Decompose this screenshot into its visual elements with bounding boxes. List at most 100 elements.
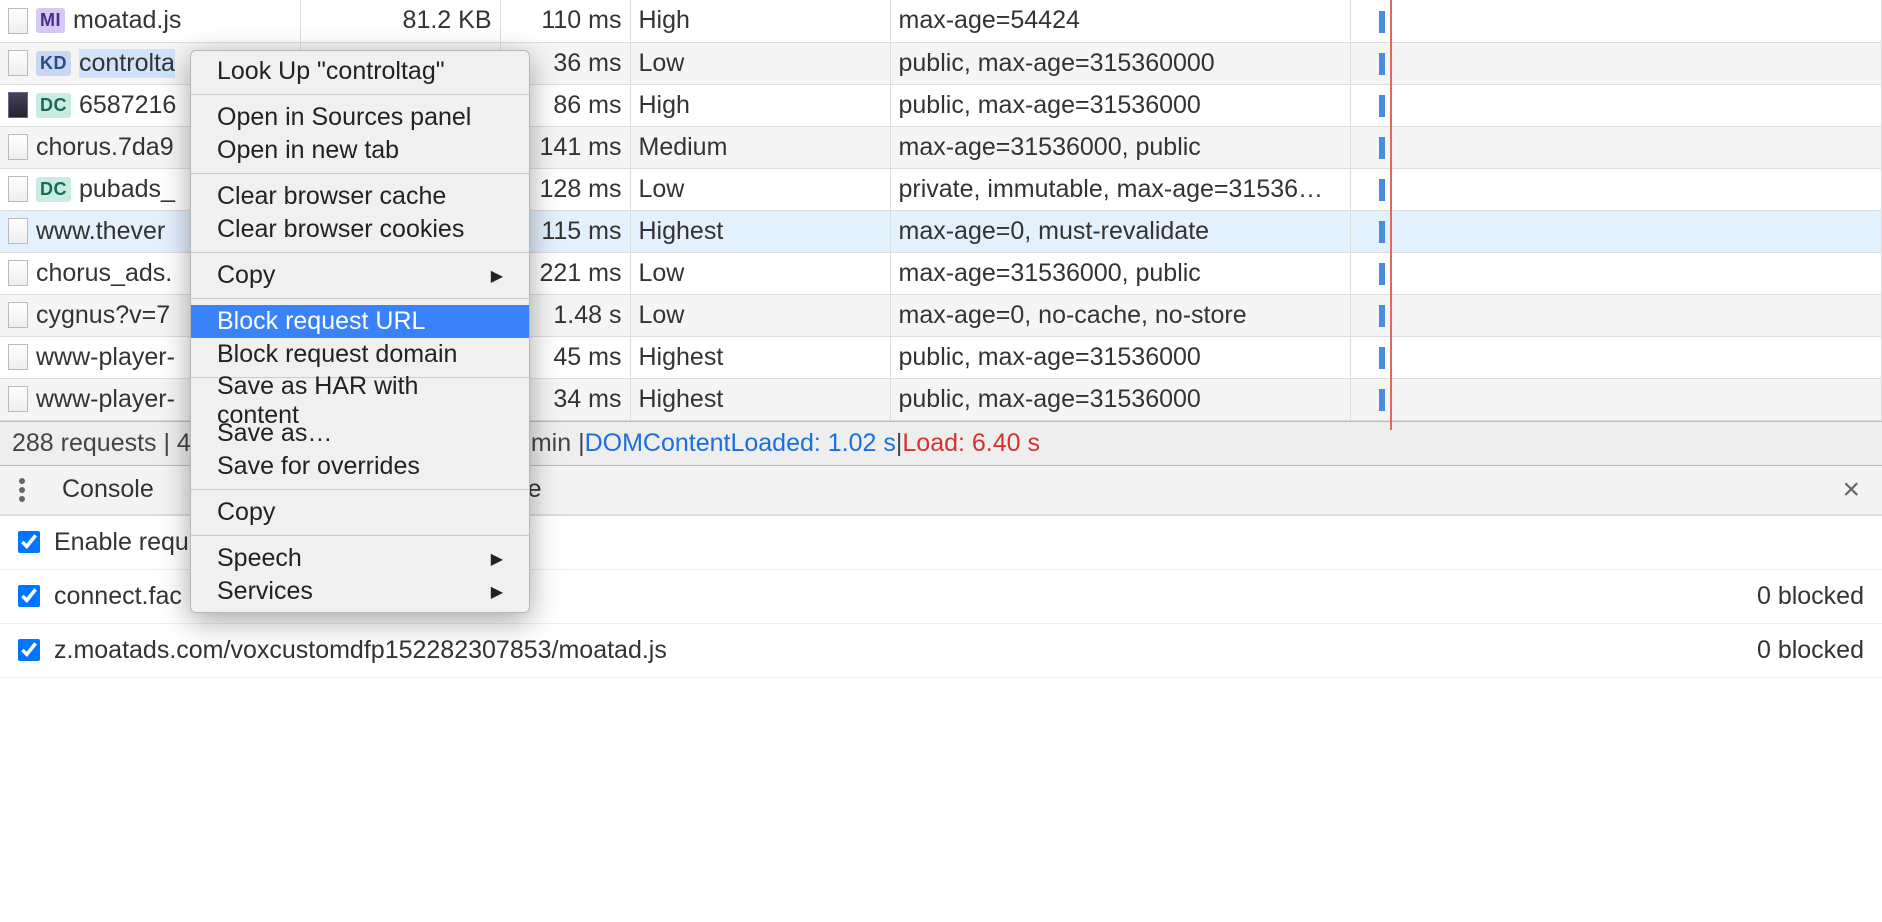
enable-blocking-label: Enable requ (54, 528, 189, 557)
waterfall-bar (1379, 137, 1385, 159)
image-file-icon (8, 92, 28, 118)
load-event-marker (1390, 0, 1392, 430)
waterfall-bar (1379, 263, 1385, 285)
request-priority: Highest (630, 336, 890, 378)
waterfall-cell (1350, 84, 1882, 126)
menu-block-url[interactable]: Block request URL (191, 305, 529, 338)
cache-control: public, max-age=31536000 (890, 378, 1350, 420)
menu-open-tab[interactable]: Open in new tab (191, 134, 529, 167)
waterfall-cell (1350, 210, 1882, 252)
script-file-icon (8, 134, 28, 160)
script-file-icon (8, 176, 28, 202)
pattern-text: z.moatads.com/voxcustomdfp152282307853/m… (54, 636, 667, 665)
pattern-text: connect.fac (54, 582, 182, 611)
menu-save-overrides[interactable]: Save for overrides (191, 450, 529, 483)
menu-copy[interactable]: Copy (191, 496, 529, 529)
enable-blocking-checkbox[interactable] (18, 531, 40, 553)
waterfall-cell (1350, 42, 1882, 84)
requests-count: 288 requests | 4 (12, 429, 191, 458)
cache-control: private, immutable, max-age=31536… (890, 168, 1350, 210)
waterfall-cell (1350, 294, 1882, 336)
chevron-right-icon: ▶ (491, 266, 503, 286)
pattern-checkbox[interactable] (18, 639, 40, 661)
waterfall-cell (1350, 0, 1882, 42)
waterfall-bar (1379, 221, 1385, 243)
close-icon[interactable]: × (1832, 473, 1870, 507)
cache-control: max-age=31536000, public (890, 126, 1350, 168)
waterfall-cell (1350, 168, 1882, 210)
menu-lookup[interactable]: Look Up "controltag" (191, 55, 529, 88)
request-name: chorus_ads. (36, 259, 172, 288)
menu-speech-submenu[interactable]: Speech▶ (191, 542, 529, 575)
request-priority: Highest (630, 378, 890, 420)
waterfall-bar (1379, 11, 1385, 33)
script-file-icon (8, 344, 28, 370)
waterfall-bar (1379, 347, 1385, 369)
script-file-icon (8, 302, 28, 328)
waterfall-bar (1379, 389, 1385, 411)
cache-control: public, max-age=31536000 (890, 336, 1350, 378)
chevron-right-icon: ▶ (491, 582, 503, 602)
script-file-icon (8, 218, 28, 244)
summary-mid: min | (531, 429, 585, 458)
request-name: pubads_ (79, 175, 175, 204)
waterfall-bar (1379, 179, 1385, 201)
request-priority: Low (630, 42, 890, 84)
initiator-badge: DC (36, 177, 71, 202)
script-file-icon (8, 386, 28, 412)
waterfall-cell (1350, 336, 1882, 378)
initiator-badge: DC (36, 93, 71, 118)
menu-open-sources[interactable]: Open in Sources panel (191, 101, 529, 134)
waterfall-bar (1379, 305, 1385, 327)
request-name: controlta (79, 49, 175, 78)
kebab-menu-icon[interactable] (12, 476, 32, 504)
blocked-count: 0 blocked (1757, 636, 1864, 665)
cache-control: max-age=54424 (890, 0, 1350, 42)
waterfall-cell (1350, 126, 1882, 168)
context-menu: Look Up "controltag" Open in Sources pan… (190, 50, 530, 613)
menu-copy-submenu[interactable]: Copy▶ (191, 259, 529, 292)
cache-control: max-age=31536000, public (890, 252, 1350, 294)
cache-control: public, max-age=31536000 (890, 84, 1350, 126)
request-name: chorus.7da9 (36, 133, 174, 162)
load-time: Load: 6.40 s (902, 429, 1040, 458)
menu-save-har[interactable]: Save as HAR with content (191, 384, 529, 417)
menu-clear-cache[interactable]: Clear browser cache (191, 180, 529, 213)
blocked-count: 0 blocked (1757, 582, 1864, 611)
waterfall-bar (1379, 95, 1385, 117)
blocking-pattern-row[interactable]: z.moatads.com/voxcustomdfp152282307853/m… (0, 624, 1882, 678)
initiator-badge: KD (36, 51, 71, 76)
request-priority: High (630, 84, 890, 126)
domcontentloaded-time: DOMContentLoaded: 1.02 s (585, 429, 896, 458)
script-file-icon (8, 260, 28, 286)
script-file-icon (8, 8, 28, 34)
request-name: cygnus?v=7 (36, 301, 170, 330)
table-row[interactable]: MI moatad.js 81.2 KB110 msHighmax-age=5442… (0, 0, 1882, 42)
cache-control: public, max-age=315360000 (890, 42, 1350, 84)
request-priority: High (630, 0, 890, 42)
waterfall-cell (1350, 378, 1882, 420)
waterfall-cell (1350, 252, 1882, 294)
request-name: www.thever (36, 217, 165, 246)
tab-console[interactable]: Console (62, 475, 154, 504)
cache-control: max-age=0, no-cache, no-store (890, 294, 1350, 336)
request-priority: Highest (630, 210, 890, 252)
request-name: 6587216 (79, 91, 176, 120)
script-file-icon (8, 50, 28, 76)
menu-clear-cookies[interactable]: Clear browser cookies (191, 213, 529, 246)
request-name: moatad.js (73, 6, 181, 35)
menu-block-domain[interactable]: Block request domain (191, 338, 529, 371)
initiator-badge: MI (36, 8, 65, 33)
request-priority: Low (630, 252, 890, 294)
pattern-checkbox[interactable] (18, 585, 40, 607)
request-size: 81.2 KB (300, 0, 500, 42)
waterfall-bar (1379, 53, 1385, 75)
chevron-right-icon: ▶ (491, 549, 503, 569)
request-name: www-player- (36, 343, 175, 372)
menu-services-submenu[interactable]: Services▶ (191, 575, 529, 608)
request-priority: Low (630, 294, 890, 336)
cache-control: max-age=0, must-revalidate (890, 210, 1350, 252)
request-name: www-player- (36, 385, 175, 414)
request-time: 110 ms (500, 0, 630, 42)
request-priority: Low (630, 168, 890, 210)
